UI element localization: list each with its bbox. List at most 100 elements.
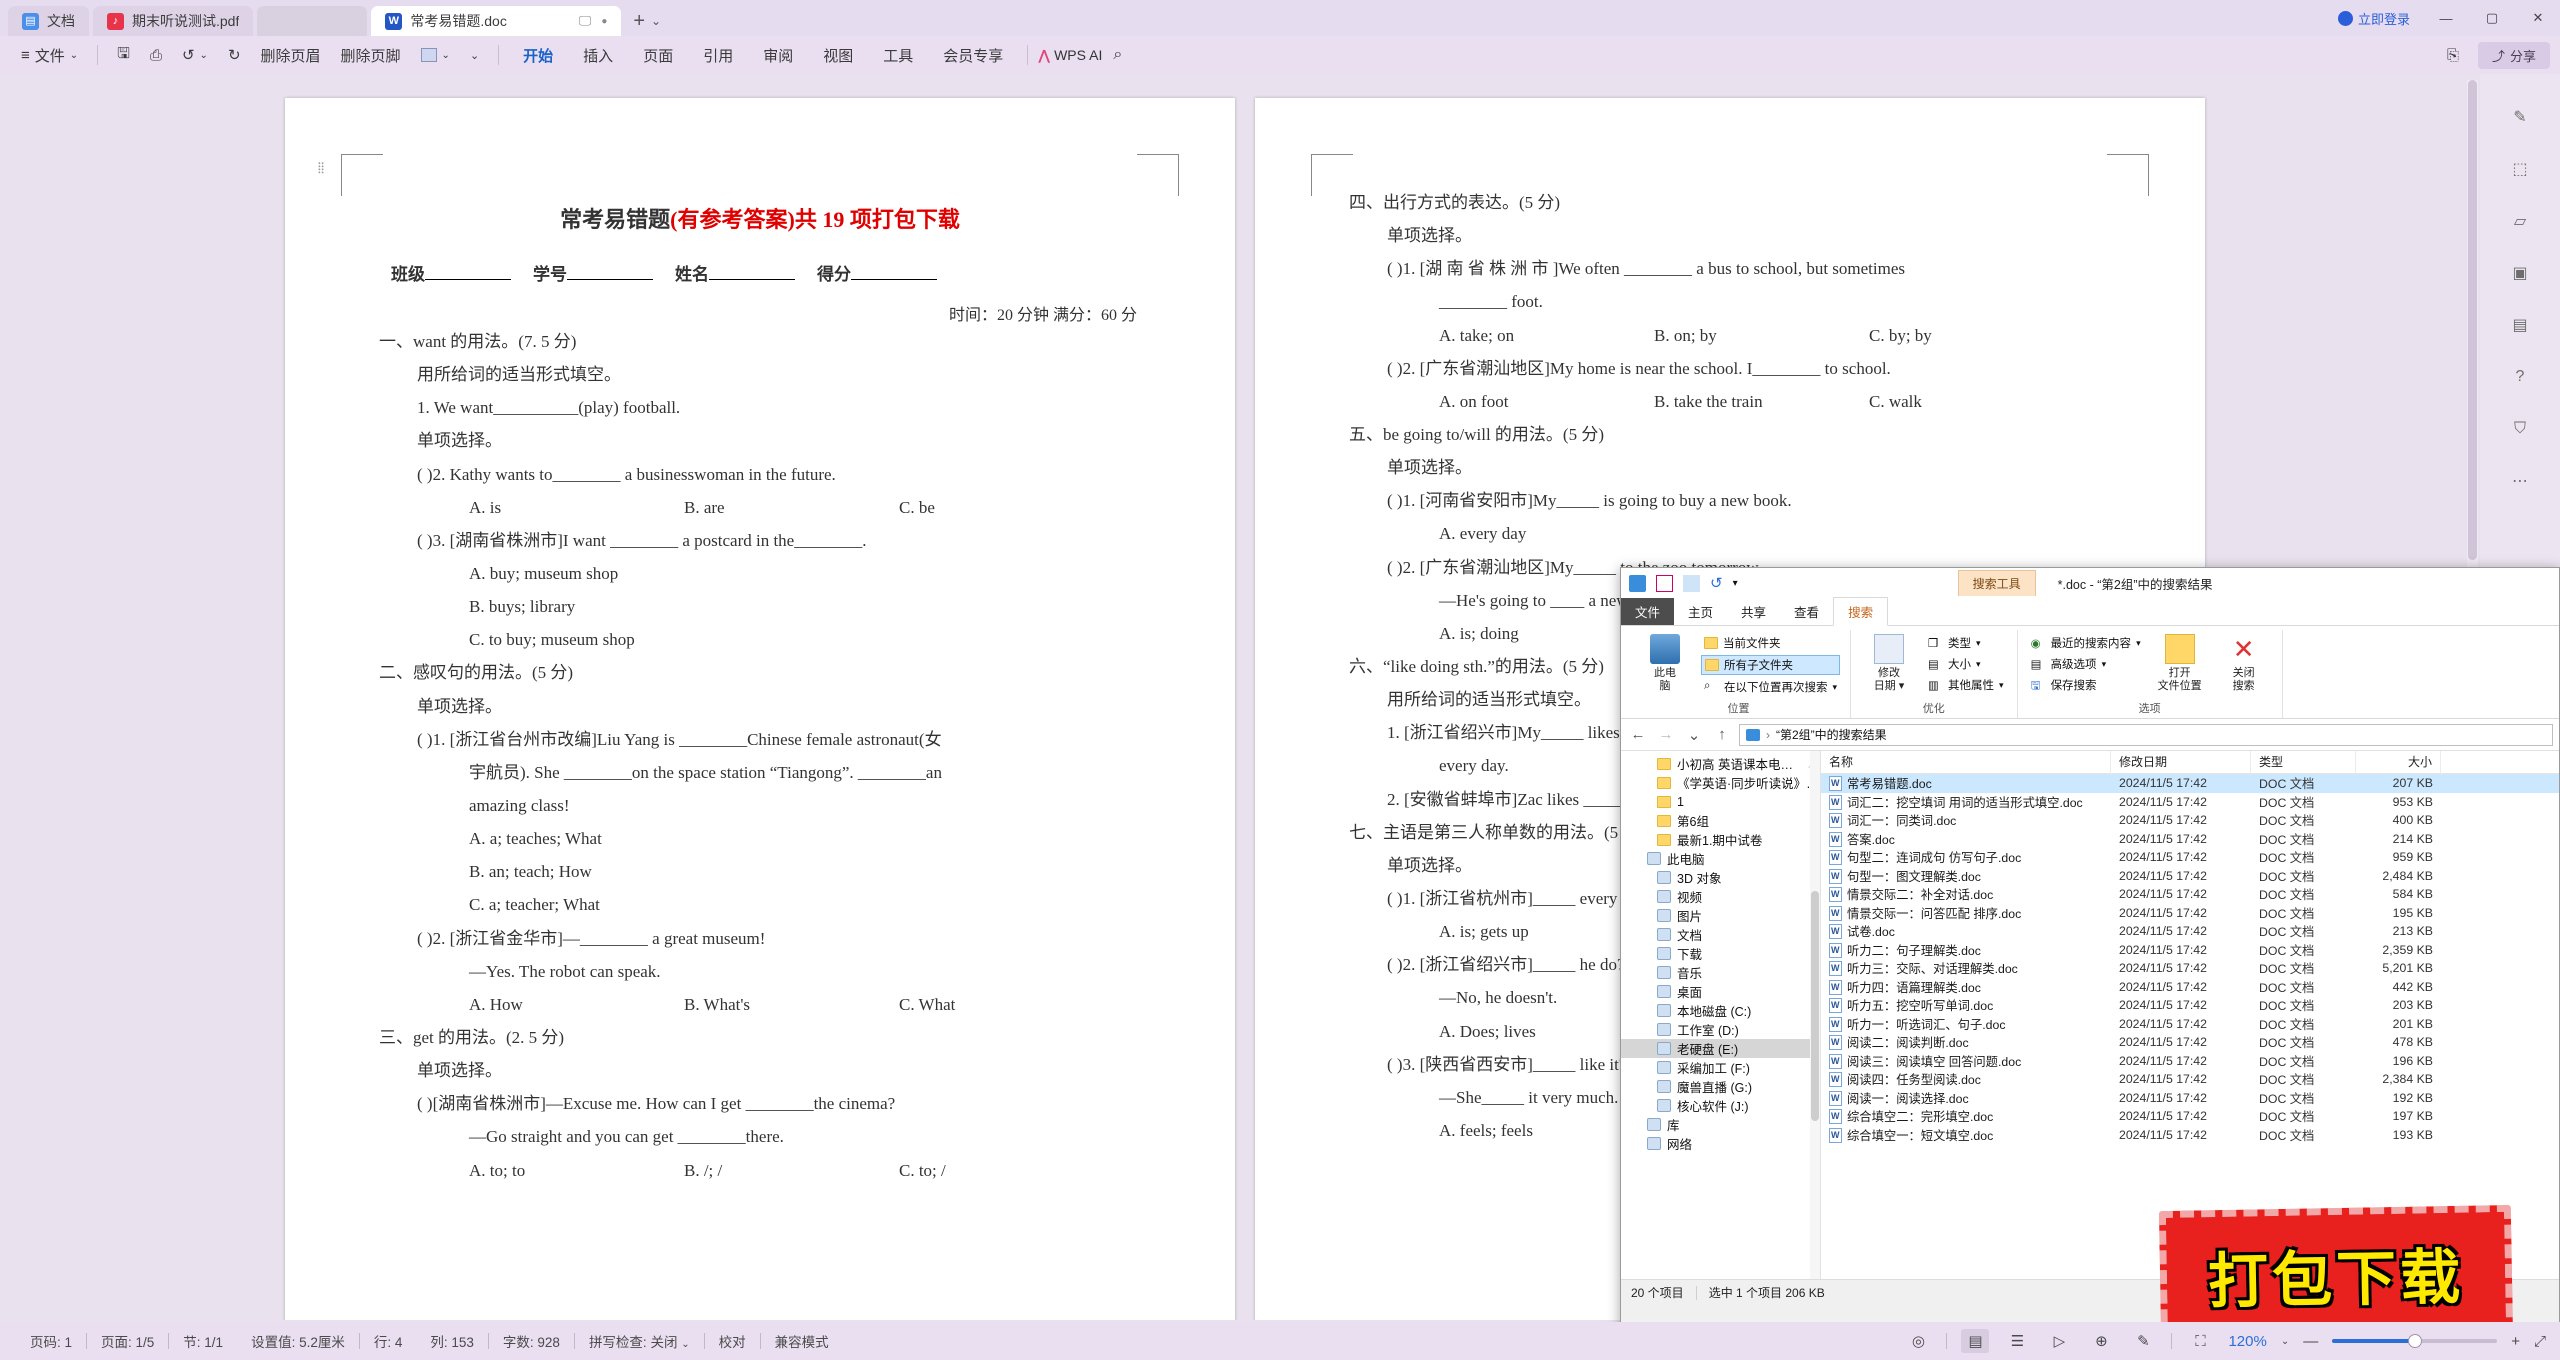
zoom-out-button[interactable]: —	[2303, 1333, 2318, 1350]
tree-item[interactable]: 第6组	[1621, 811, 1820, 830]
wps-ai-button[interactable]: ⋀ WPS AI	[1038, 47, 1102, 64]
tree-item[interactable]: 图片	[1621, 906, 1820, 925]
open-file-location-button[interactable]: 打开 文件位置	[2152, 634, 2208, 692]
tree-item[interactable]: 库	[1621, 1115, 1820, 1134]
tree-item[interactable]: 网络	[1621, 1134, 1820, 1153]
other-props-button[interactable]: ▥ 其他属性 ▾	[1925, 676, 2007, 694]
table-row[interactable]: 听力一：听选词汇、句子.doc 2024/11/5 17:42 DOC 文档 201 …	[1821, 1015, 2559, 1034]
column-type[interactable]: 类型	[2251, 751, 2356, 774]
column-size[interactable]: 大小	[2356, 751, 2441, 774]
table-row[interactable]: 听力四：语篇理解类.doc 2024/11/5 17:42 DOC 文档 442 KB	[1821, 978, 2559, 997]
fullscreen-icon[interactable]: ⤢	[2534, 1333, 2546, 1350]
page-view-icon[interactable]: ▤	[1961, 1329, 1990, 1353]
tree-item[interactable]: 桌面	[1621, 982, 1820, 1001]
share-button[interactable]: ⤴ 分享	[2477, 41, 2550, 69]
save-search-button[interactable]: 🖫 保存搜索	[2028, 676, 2144, 694]
tab-view[interactable]: 视图	[809, 41, 867, 70]
tab-view[interactable]: 查看	[1780, 598, 1833, 625]
redo-button[interactable]: ↻	[219, 42, 250, 68]
tree-scrollbar[interactable]	[1810, 751, 1820, 1279]
file-menu-button[interactable]: ≡ 文件 ⌄	[12, 41, 87, 70]
chevron-down-icon[interactable]: ▾	[1733, 578, 1738, 589]
table-row[interactable]: 情景交际二：补全对话.doc 2024/11/5 17:42 DOC 文档 584 K…	[1821, 885, 2559, 904]
table-row[interactable]: 常考易错题.doc 2024/11/5 17:42 DOC 文档 207 KB	[1821, 774, 2559, 793]
new-folder-icon[interactable]	[1683, 574, 1700, 592]
table-row[interactable]: 词汇一：同类词.doc 2024/11/5 17:42 DOC 文档 400 KB	[1821, 811, 2559, 830]
tab-active-doc[interactable]: W 常考易错题.doc 🖵 ●	[371, 6, 622, 36]
tab-file[interactable]: 文件	[1621, 598, 1675, 625]
zoom-level[interactable]: 120%	[2228, 1333, 2266, 1350]
close-button[interactable]: ✕	[2516, 0, 2560, 36]
collaborate-icon[interactable]: ⎘	[2438, 43, 2468, 68]
chart-icon[interactable]: ▤	[2505, 312, 2535, 338]
table-row[interactable]: 句型一：图文理解类.doc 2024/11/5 17:42 DOC 文档 2,484 …	[1821, 867, 2559, 886]
tree-item[interactable]: 视频	[1621, 887, 1820, 906]
zoom-slider[interactable]	[2332, 1334, 2498, 1348]
table-row[interactable]: 听力三：交际、对话理解类.doc 2024/11/5 17:42 DOC 文档 5,2…	[1821, 959, 2559, 978]
pen-icon[interactable]: ✎	[2505, 104, 2535, 130]
tab-start[interactable]: 开始	[509, 41, 567, 76]
tab-pdf[interactable]: ♪ 期末听说测试.pdf	[93, 6, 254, 36]
tree-item[interactable]: 此电脑	[1621, 849, 1820, 868]
close-tab-icon[interactable]: ●	[601, 16, 607, 27]
table-row[interactable]: 情景交际一：问答匹配 排序.doc 2024/11/5 17:42 DOC 文档 19…	[1821, 904, 2559, 923]
tab-tools[interactable]: 工具	[869, 41, 927, 70]
tree-item[interactable]: 工作室 (D:)	[1621, 1020, 1820, 1039]
tree-item[interactable]: 下载	[1621, 944, 1820, 963]
minimize-button[interactable]: —	[2424, 0, 2468, 36]
cast-icon[interactable]: 🖵	[579, 13, 592, 29]
modified-date-button[interactable]: 修改 日期 ▾	[1861, 634, 1917, 692]
table-row[interactable]: 综合填空二：完形填空.doc 2024/11/5 17:42 DOC 文档 197 K…	[1821, 1107, 2559, 1126]
status-word-count[interactable]: 字数: 928	[489, 1331, 574, 1351]
new-tab-button[interactable]: + ⌄	[625, 6, 669, 36]
highlight-button[interactable]: ⌄	[412, 44, 459, 66]
table-row[interactable]: 听力五：挖空听写单词.doc 2024/11/5 17:42 DOC 文档 203 K…	[1821, 996, 2559, 1015]
column-name[interactable]: 名称	[1821, 751, 2111, 774]
status-spellcheck[interactable]: 拼写检查: 关闭 ⌄	[575, 1331, 704, 1351]
tree-item[interactable]: 最新1.期中试卷	[1621, 830, 1820, 849]
tab-share[interactable]: 共享	[1727, 598, 1780, 625]
advanced-options-button[interactable]: ▤ 高级选项 ▾	[2028, 655, 2144, 673]
column-date[interactable]: 修改日期	[2111, 751, 2251, 774]
address-bar[interactable]: › “第2组”中的搜索结果	[1739, 723, 2553, 746]
up-button[interactable]: ↑	[1711, 726, 1733, 743]
tab-review[interactable]: 审阅	[749, 41, 807, 70]
outline-view-icon[interactable]: ☰	[2003, 1329, 2031, 1353]
tree-item[interactable]: 核心软件 (J:)	[1621, 1096, 1820, 1115]
current-folder-button[interactable]: 当前文件夹	[1701, 634, 1840, 652]
tree-item[interactable]: 小初高 英语课本电子版（来自教育部📌	[1621, 754, 1820, 773]
tree-item[interactable]: 《学英语·同步听读说》期末听说测试【人教	[1621, 773, 1820, 792]
select-icon[interactable]: ⬚	[2505, 156, 2535, 182]
tab-home[interactable]: 主页	[1674, 598, 1727, 625]
all-subfolders-button[interactable]: 所有子文件夹	[1701, 655, 1841, 675]
chevron-down-icon[interactable]: ⌄	[2281, 1336, 2289, 1347]
recent-locations-button[interactable]: ⌄	[1683, 726, 1705, 744]
tab-insert[interactable]: 插入	[569, 41, 627, 70]
size-filter-button[interactable]: ▤ 大小 ▾	[1925, 655, 2007, 673]
web-view-icon[interactable]: ⊕	[2087, 1329, 2115, 1353]
save-button[interactable]: 🖫	[108, 39, 139, 72]
tree-item[interactable]: 采编加工 (F:)	[1621, 1058, 1820, 1077]
tree-item[interactable]: 魔兽直播 (G:)	[1621, 1077, 1820, 1096]
navigation-pane[interactable]: 小初高 英语课本电子版（来自教育部📌 《学英语·同步听读说》期末听说测试【人教 1 第…	[1621, 751, 1821, 1279]
tree-item[interactable]: 本地磁盘 (C:)	[1621, 1001, 1820, 1020]
tree-item[interactable]: 老硬盘 (E:)	[1621, 1039, 1820, 1058]
status-proofread[interactable]: 校对	[705, 1331, 760, 1351]
table-row[interactable]: 句型二：连词成句 仿写句子.doc 2024/11/5 17:42 DOC 文档 95…	[1821, 848, 2559, 867]
more-tools-button[interactable]: ⌄	[461, 45, 488, 66]
properties-icon[interactable]	[1656, 574, 1673, 592]
table-row[interactable]: 词汇二：挖空填词 用词的适当形式填空.doc 2024/11/5 17:42 DOC…	[1821, 793, 2559, 812]
tab-reference[interactable]: 引用	[689, 41, 747, 70]
search-icon[interactable]: ⌕	[1104, 42, 1131, 68]
search-again-button[interactable]: ⌕ 在以下位置再次搜索 ▾	[1701, 678, 1840, 696]
login-button[interactable]: 立即登录	[2326, 9, 2422, 28]
shape-icon[interactable]: ▱	[2505, 208, 2535, 234]
table-row[interactable]: 阅读四：任务型阅读.doc 2024/11/5 17:42 DOC 文档 2,384 …	[1821, 1070, 2559, 1089]
print-button[interactable]: ⎙	[141, 43, 171, 68]
table-row[interactable]: 综合填空一：短文填空.doc 2024/11/5 17:42 DOC 文档 193 K…	[1821, 1126, 2559, 1145]
table-row[interactable]: 阅读一：阅读选择.doc 2024/11/5 17:42 DOC 文档 192 KB	[1821, 1089, 2559, 1108]
tree-item[interactable]: 文档	[1621, 925, 1820, 944]
bookmark-icon[interactable]: ⛉	[2505, 416, 2535, 442]
table-row[interactable]: 阅读三：阅读填空 回答问题.doc 2024/11/5 17:42 DOC 文档 19…	[1821, 1052, 2559, 1071]
undo-icon[interactable]: ↺	[1710, 574, 1723, 592]
